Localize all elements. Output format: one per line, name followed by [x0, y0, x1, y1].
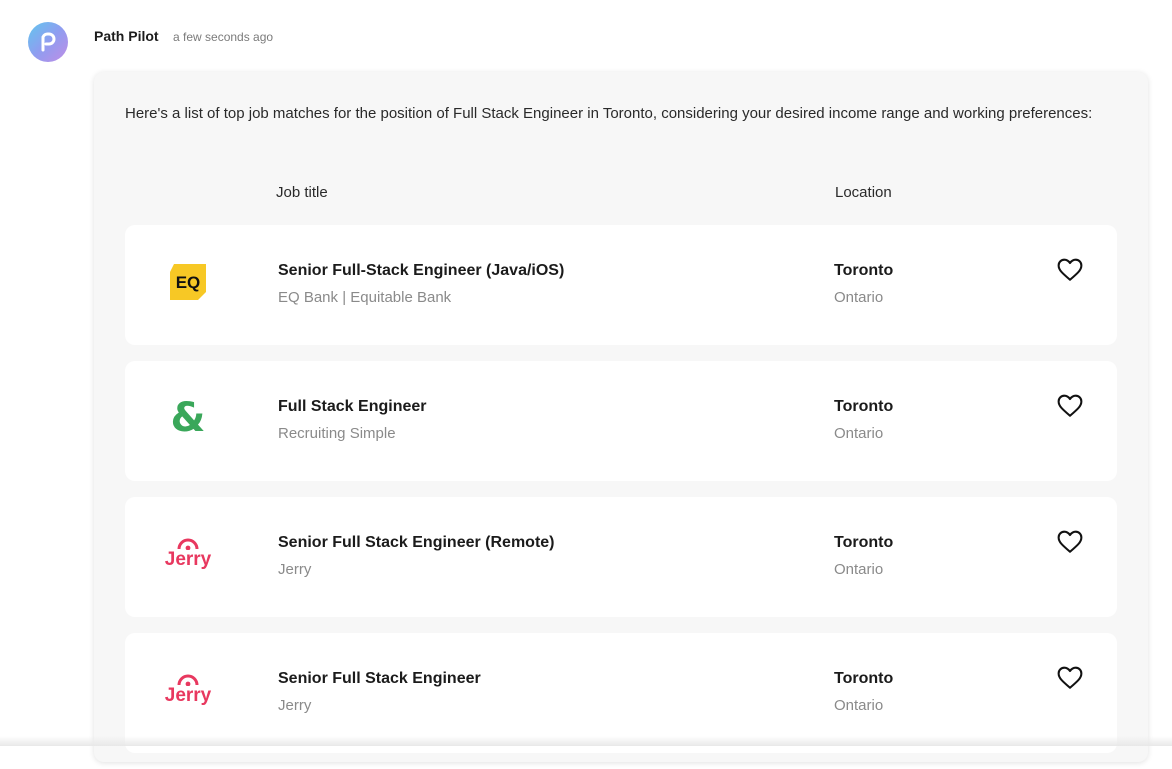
- job-row[interactable]: EQ Senior Full-Stack Engineer (Java/iOS)…: [125, 225, 1117, 345]
- heart-outline-icon[interactable]: [1057, 666, 1083, 690]
- job-title[interactable]: Senior Full Stack Engineer (Remote): [278, 534, 555, 552]
- recruiting-simple-logo-text: &: [170, 395, 206, 441]
- job-title[interactable]: Senior Full-Stack Engineer (Java/iOS): [278, 262, 564, 280]
- message-bubble: Here's a list of top job matches for the…: [94, 72, 1148, 762]
- recruiting-simple-logo: &: [161, 391, 215, 445]
- job-title[interactable]: Full Stack Engineer: [278, 398, 426, 416]
- job-row[interactable]: Jerry Senior Full Stack Engineer Jerry T…: [125, 633, 1117, 753]
- heart-outline-icon[interactable]: [1057, 394, 1083, 418]
- path-pilot-logo-icon: [41, 32, 56, 52]
- jerry-logo-text: Jerry: [164, 549, 212, 570]
- job-city: Toronto: [834, 670, 894, 687]
- eq-bank-logo-icon: EQ: [170, 264, 206, 300]
- job-title[interactable]: Senior Full Stack Engineer: [278, 670, 481, 688]
- scroll-fade: [0, 736, 1172, 746]
- message-timestamp: a few seconds ago: [173, 30, 274, 44]
- company-name: EQ Bank | Equitable Bank: [278, 289, 452, 306]
- job-city: Toronto: [834, 534, 894, 551]
- company-name: Recruiting Simple: [278, 425, 396, 442]
- heart-outline-icon[interactable]: [1057, 258, 1083, 282]
- eq-bank-logo: EQ: [161, 255, 215, 309]
- job-region: Ontario: [834, 697, 884, 714]
- column-header-job-title: Job title: [276, 184, 328, 201]
- message-intro: Here's a list of top job matches for the…: [125, 105, 1093, 122]
- job-region: Ontario: [834, 289, 884, 306]
- job-region: Ontario: [834, 561, 884, 578]
- job-city: Toronto: [834, 262, 894, 279]
- company-name: Jerry: [278, 697, 312, 714]
- job-city: Toronto: [834, 398, 894, 415]
- company-name: Jerry: [278, 561, 312, 578]
- job-list: EQ Senior Full-Stack Engineer (Java/iOS)…: [125, 225, 1117, 769]
- sender-name: Path Pilot: [94, 28, 159, 44]
- job-row[interactable]: Jerry Senior Full Stack Engineer (Remote…: [125, 497, 1117, 617]
- job-row[interactable]: & Full Stack Engineer Recruiting Simple …: [125, 361, 1117, 481]
- jerry-logo: Jerry: [158, 527, 218, 581]
- path-pilot-avatar: [28, 22, 68, 62]
- job-region: Ontario: [834, 425, 884, 442]
- heart-outline-icon[interactable]: [1057, 530, 1083, 554]
- column-header-location: Location: [835, 184, 892, 201]
- eq-logo-text: EQ: [176, 273, 201, 292]
- jerry-logo-text: Jerry: [164, 685, 212, 706]
- jerry-logo: Jerry: [158, 663, 218, 717]
